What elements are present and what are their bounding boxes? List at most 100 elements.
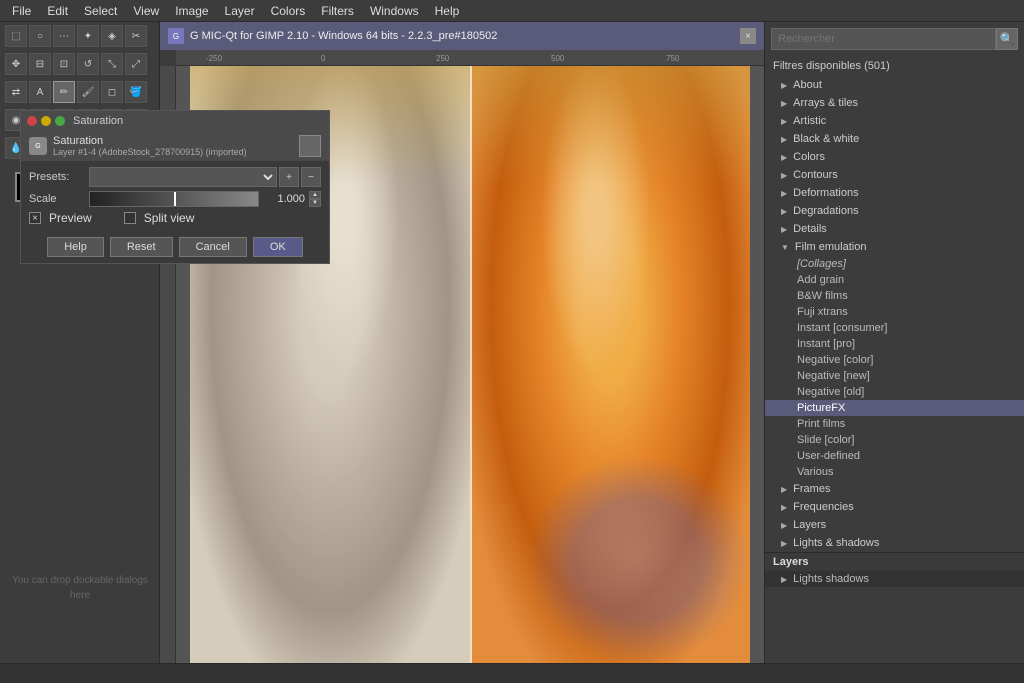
gmic-titlebar: G G MIC-Qt for GIMP 2.10 - Windows 64 bi… xyxy=(160,22,764,50)
menu-file[interactable]: File xyxy=(4,2,39,20)
scale-up-arrow[interactable]: ▲ xyxy=(309,191,321,199)
filter-group-frequencies[interactable]: ▶Frequencies xyxy=(765,498,1024,516)
lights-shadows-item[interactable]: ▶Lights shadows xyxy=(765,571,1024,587)
scale-down-arrow[interactable]: ▼ xyxy=(309,199,321,207)
presets-label: Presets: xyxy=(29,171,89,183)
ok-button[interactable]: OK xyxy=(253,237,303,257)
search-button[interactable]: 🔍 xyxy=(996,28,1018,50)
filter-item[interactable]: Negative [color] xyxy=(765,352,1024,368)
tool-pencil[interactable]: ✏ xyxy=(53,81,75,103)
close-dot[interactable] xyxy=(27,116,37,126)
filter-group-layers[interactable]: ▶Layers xyxy=(765,516,1024,534)
filter-group-lights-&-shadows[interactable]: ▶Lights & shadows xyxy=(765,534,1024,552)
filter-group-header[interactable]: ▶Layers xyxy=(765,516,1024,534)
tool-row-2: ✥ ⊟ ⊡ ↺ ⤡ ⤢ xyxy=(0,50,159,78)
tool-select-fuzzy[interactable]: ✦ xyxy=(77,25,99,47)
filter-group-contours[interactable]: ▶Contours xyxy=(765,166,1024,184)
menu-edit[interactable]: Edit xyxy=(39,2,76,20)
tool-rotate[interactable]: ↺ xyxy=(77,53,99,75)
filter-group-colors[interactable]: ▶Colors xyxy=(765,148,1024,166)
reset-button[interactable]: Reset xyxy=(110,237,173,257)
tool-text[interactable]: A xyxy=(29,81,51,103)
tool-align[interactable]: ⊟ xyxy=(29,53,51,75)
filter-group-artistic[interactable]: ▶Artistic xyxy=(765,112,1024,130)
group-arrow-icon: ▶ xyxy=(781,117,787,126)
filter-group-header[interactable]: ▶Black & white xyxy=(765,130,1024,148)
cancel-button[interactable]: Cancel xyxy=(179,237,247,257)
menu-help[interactable]: Help xyxy=(427,2,468,20)
menu-select[interactable]: Select xyxy=(76,2,125,20)
filter-item[interactable]: User-defined xyxy=(765,448,1024,464)
add-preset-button[interactable]: + xyxy=(279,167,299,187)
tool-crop[interactable]: ⊡ xyxy=(53,53,75,75)
search-input[interactable] xyxy=(771,28,996,50)
filter-item[interactable]: B&W films xyxy=(765,288,1024,304)
filter-group-header[interactable]: ▶Colors xyxy=(765,148,1024,166)
tool-select-rect[interactable]: ⬚ xyxy=(5,25,27,47)
help-button[interactable]: Help xyxy=(47,237,104,257)
filter-group-details[interactable]: ▶Details xyxy=(765,220,1024,238)
menu-view[interactable]: View xyxy=(125,2,167,20)
filter-group-arrays-&-tiles[interactable]: ▶Arrays & tiles xyxy=(765,94,1024,112)
filter-group-header[interactable]: ▶Arrays & tiles xyxy=(765,94,1024,112)
filter-group-header[interactable]: ▶Lights & shadows xyxy=(765,534,1024,552)
filter-group-header[interactable]: ▶Frames xyxy=(765,480,1024,498)
tool-shear[interactable]: ⤢ xyxy=(125,53,147,75)
tool-select-ellipse[interactable]: ○ xyxy=(29,25,51,47)
menu-filters[interactable]: Filters xyxy=(313,2,362,20)
filter-item[interactable]: Add grain xyxy=(765,272,1024,288)
tool-bucket[interactable]: 🪣 xyxy=(125,81,147,103)
filter-group-deformations[interactable]: ▶Deformations xyxy=(765,184,1024,202)
filter-group-header[interactable]: ▶About xyxy=(765,76,1024,94)
remove-preset-button[interactable]: − xyxy=(301,167,321,187)
maximize-dot[interactable] xyxy=(55,116,65,126)
filter-group-header[interactable]: ▶Contours xyxy=(765,166,1024,184)
tool-paint[interactable]: 🖌 xyxy=(77,81,99,103)
gmic-close-button[interactable]: × xyxy=(740,28,756,44)
filter-item[interactable]: Negative [new] xyxy=(765,368,1024,384)
group-arrow-icon: ▶ xyxy=(781,81,787,90)
panel-content: Presets: + − Scale 1.000 ▲ ▼ Preview Spl… xyxy=(21,161,329,231)
filter-group-frames[interactable]: ▶Frames xyxy=(765,480,1024,498)
filter-group-black-&-white[interactable]: ▶Black & white xyxy=(765,130,1024,148)
tool-scale[interactable]: ⤡ xyxy=(101,53,123,75)
filter-item[interactable]: Negative [old] xyxy=(765,384,1024,400)
filter-item[interactable]: Instant [pro] xyxy=(765,336,1024,352)
minimize-dot[interactable] xyxy=(41,116,51,126)
menu-windows[interactable]: Windows xyxy=(362,2,427,20)
filter-count: Filtres disponibles (501) xyxy=(765,56,1024,76)
scale-row: Scale 1.000 ▲ ▼ xyxy=(29,191,321,207)
scale-bar[interactable] xyxy=(89,191,259,207)
scale-indicator xyxy=(174,192,176,206)
filter-group-header[interactable]: ▼Film emulation xyxy=(765,238,1024,256)
filter-item[interactable]: Slide [color] xyxy=(765,432,1024,448)
filter-group-header[interactable]: ▶Degradations xyxy=(765,202,1024,220)
presets-dropdown[interactable] xyxy=(89,167,277,187)
tool-flip[interactable]: ⇄ xyxy=(5,81,27,103)
preview-checkbox[interactable] xyxy=(29,212,41,224)
panel-buttons: Help Reset Cancel OK xyxy=(21,231,329,263)
filter-item[interactable]: PictureFX xyxy=(765,400,1024,416)
filter-group-header[interactable]: ▶Details xyxy=(765,220,1024,238)
layers-section: Layers▶Lights shadows xyxy=(765,552,1024,587)
filter-group-header[interactable]: ▶Frequencies xyxy=(765,498,1024,516)
filter-group-header[interactable]: ▶Deformations xyxy=(765,184,1024,202)
tool-erase[interactable]: ◻ xyxy=(101,81,123,103)
filter-item[interactable]: Instant [consumer] xyxy=(765,320,1024,336)
tool-select-free[interactable]: ⋯ xyxy=(53,25,75,47)
split-view-checkbox[interactable] xyxy=(124,212,136,224)
tool-select-color[interactable]: ◈ xyxy=(101,25,123,47)
tool-move[interactable]: ✥ xyxy=(5,53,27,75)
menu-image[interactable]: Image xyxy=(167,2,216,20)
filter-item[interactable]: Various xyxy=(765,464,1024,480)
tool-scissors[interactable]: ✂ xyxy=(125,25,147,47)
menu-colors[interactable]: Colors xyxy=(263,2,314,20)
filter-item[interactable]: Print films xyxy=(765,416,1024,432)
filter-group-degradations[interactable]: ▶Degradations xyxy=(765,202,1024,220)
filter-group-about[interactable]: ▶About xyxy=(765,76,1024,94)
menu-layer[interactable]: Layer xyxy=(217,2,263,20)
filter-group-film-emulation[interactable]: ▼Film emulation[Collages]Add grainB&W fi… xyxy=(765,238,1024,480)
filter-group-header[interactable]: ▶Artistic xyxy=(765,112,1024,130)
filter-item[interactable]: [Collages] xyxy=(765,256,1024,272)
filter-item[interactable]: Fuji xtrans xyxy=(765,304,1024,320)
